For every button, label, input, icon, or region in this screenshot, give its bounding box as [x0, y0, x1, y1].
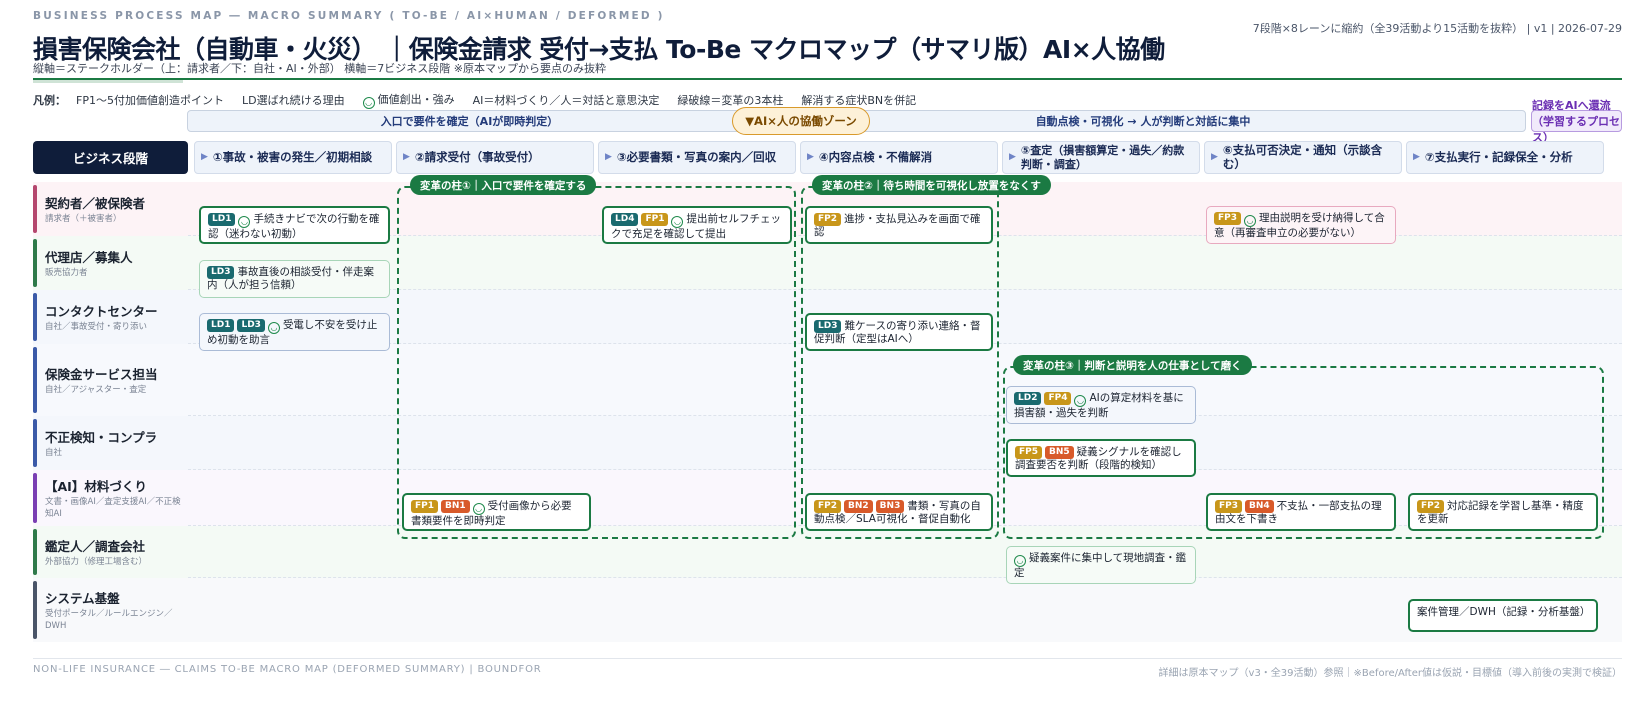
- footer-rule: [33, 658, 1622, 659]
- header-rule: [33, 78, 1622, 80]
- lane-system: システム基盤 受付ポータル／ルールエンジン／DWH: [33, 578, 1622, 642]
- legend-item-ld: LD選ばれ続ける理由: [241, 93, 345, 107]
- page-subtitle: 縦軸＝ステークホルダー（上：請求者／下：自社・AI・外部） 横軸＝7ビジネス段階…: [33, 62, 606, 75]
- legend-item-value: ◡ 価値創出・強み: [362, 91, 455, 109]
- stage-4: ▶ ④内容点検・不備解消: [800, 141, 998, 174]
- zone-pill-collab: ▼AI×人の協働ゾーン: [732, 107, 870, 135]
- lane-name: コンタクトセンター: [45, 303, 158, 319]
- ld-badge: LD1: [208, 213, 236, 227]
- meta-info: 7段階×8レーンに縮約（全39活動より15活動を抜粋） | v1 | 2026-…: [1252, 22, 1622, 35]
- triangle-right-icon: ▶: [807, 152, 814, 163]
- activity-card[interactable]: LD1 LD3 ◡ 受電し不安を受け止め初動を助言: [199, 313, 390, 351]
- bn-badge: BN3: [875, 500, 905, 514]
- stage-6: ▶ ⑥支払可否決定・通知（示談含む）: [1204, 141, 1402, 174]
- lane-sub: 文書・画像AI／査定支援AI／不正検知AI: [45, 497, 181, 519]
- legend-item-pillars: 緑破線＝変革の3本柱: [677, 93, 784, 107]
- bn-badge: BN4: [1245, 500, 1274, 514]
- stage-1: ▶ ①事故・被害の発生／初期相談: [194, 141, 392, 174]
- fp-badge: FP3: [1214, 212, 1242, 226]
- activity-card[interactable]: LD4 FP1 ◡ 提出前セルフチェックで充足を確認して提出: [602, 206, 792, 244]
- legend-item-ai-human: AI＝材料づくり／人＝対話と意思決定: [472, 93, 660, 107]
- bn-badge: BN5: [1045, 446, 1074, 460]
- fp-badge: FP4: [1044, 392, 1072, 406]
- zone-banner-auto: 自動点検・可視化 → 人が判断と対話に集中: [760, 110, 1526, 132]
- activity-card[interactable]: LD3 難ケースの寄り添い連絡・督促判断（定型はAIへ）: [805, 313, 993, 351]
- pillar-2-label: 変革の柱②｜待ち時間を可視化し放置をなくす: [812, 175, 1051, 195]
- stage-axis-label: ビジネス段階: [33, 141, 188, 174]
- smile-icon: ◡: [267, 322, 280, 334]
- triangle-right-icon: ▶: [1413, 152, 1420, 163]
- smile-icon: ◡: [1244, 215, 1257, 227]
- lane-name: 不正検知・コンプラ: [45, 429, 158, 445]
- lane-name: 代理店／募集人: [45, 249, 133, 265]
- activity-card[interactable]: LD1 ◡ 手続きナビで次の行動を確認（迷わない初動）: [199, 206, 390, 244]
- legend: 凡例： FP1〜5付加価値創造ポイント LD選ばれ続ける理由 ◡ 価値創出・強み …: [33, 91, 916, 109]
- ld-badge: LD3: [207, 266, 235, 280]
- ld-badge: LD1: [207, 319, 235, 333]
- lane-sub: 自社／事故受付・寄り添い: [45, 321, 148, 332]
- lane-name: 保険金サービス担当: [45, 366, 158, 382]
- triangle-right-icon: ▶: [201, 152, 208, 163]
- smile-icon: ◡: [238, 216, 251, 228]
- zone-banner-learning: 記録をAIへ還流（学習するプロセス）: [1531, 99, 1622, 144]
- lane-name: 鑑定人／調査会社: [45, 538, 146, 554]
- stage-2: ▶ ②請求受付（事故受付）: [396, 141, 594, 174]
- lane-sub: 自社: [45, 447, 63, 458]
- lane-sub: 自社／アジャスター・査定: [45, 384, 147, 395]
- footer-right: 詳細は原本マップ（v3・全39活動）参照｜※Before/After値は仮説・目…: [1158, 668, 1622, 679]
- stage-5: ▶ ⑤査定（損害額算定・過失／約款判断・調査）: [1002, 141, 1200, 174]
- footer-left: NON-LIFE INSURANCE ― CLAIMS TO-BE MACRO …: [33, 664, 542, 675]
- fp-badge: FP1: [411, 500, 439, 514]
- fp-badge: FP5: [1015, 446, 1043, 460]
- lane-sub: 受付ポータル／ルールエンジン／DWH: [45, 609, 173, 631]
- triangle-right-icon: ▶: [403, 152, 410, 163]
- lane-sub: 販売協力者: [45, 267, 88, 278]
- activity-card[interactable]: FP1 BN1 ◡ 受付画像から必要書類要件を即時判定: [402, 493, 591, 531]
- activity-card[interactable]: 案件管理／DWH（記録・分析基盤）: [1408, 599, 1598, 632]
- bn-badge: BN1: [441, 500, 470, 514]
- lane-sub: 請求者（＋被害者）: [45, 213, 122, 224]
- legend-title: 凡例：: [33, 93, 66, 107]
- lane-name: システム基盤: [45, 591, 120, 607]
- activity-card[interactable]: FP2 BN2 BN3 書類・写真の自動点検／SLA可視化・督促自動化: [805, 493, 993, 531]
- ld-badge: LD2: [1014, 392, 1042, 406]
- bn-badge: BN2: [844, 500, 873, 514]
- smile-icon: ◡: [671, 216, 684, 228]
- lane-name: 【AI】材料づくり: [45, 479, 147, 495]
- smile-icon: ◡: [1074, 395, 1087, 407]
- zone-banner-entry: 入口で要件を確定（AIが即時判定）: [187, 110, 752, 132]
- ld-badge: LD3: [237, 319, 265, 333]
- fp-badge: FP1: [641, 213, 669, 227]
- activity-card[interactable]: FP2 進捗・支払見込みを画面で確認: [805, 206, 993, 244]
- smile-icon: ◡: [1014, 555, 1026, 567]
- fp-badge: FP2: [814, 213, 842, 227]
- pillar-3-label: 変革の柱③｜判断と説明を人の仕事として磨く: [1013, 355, 1252, 375]
- stage-3: ▶ ③必要書類・写真の案内／回収: [598, 141, 796, 174]
- activity-card[interactable]: LD3 事故直後の相談受付・伴走案内（人が担う信頼）: [199, 260, 390, 298]
- activity-card[interactable]: ◡ 疑義案件に集中して現地調査・鑑定: [1006, 546, 1196, 584]
- fp-badge: FP2: [1417, 500, 1445, 514]
- ld-badge: LD3: [814, 320, 842, 334]
- triangle-right-icon: ▶: [1009, 152, 1016, 163]
- lane-name: 契約者／被保険者: [45, 195, 146, 211]
- activity-card[interactable]: FP3 ◡ 理由説明を受け納得して合意（再審査申立の必要がない）: [1206, 206, 1396, 244]
- activity-card[interactable]: FP3 BN4 不支払・一部支払の理由文を下書き: [1206, 493, 1396, 531]
- activity-card[interactable]: LD2 FP4 ◡ AIの算定材料を基に損害額・過失を判断: [1006, 386, 1196, 424]
- triangle-right-icon: ▶: [605, 152, 612, 163]
- pillar-1-label: 変革の柱①｜入口で要件を確定する: [410, 175, 597, 195]
- smile-icon: ◡: [472, 503, 485, 515]
- smile-icon: ◡: [362, 96, 375, 109]
- ld-badge: LD4: [611, 213, 639, 227]
- activity-card[interactable]: FP2 対応記録を学習し基準・精度を更新: [1408, 493, 1598, 531]
- eyebrow-label: BUSINESS PROCESS MAP ― MACRO SUMMARY ( T…: [33, 10, 665, 22]
- fp-badge: FP3: [1215, 500, 1243, 514]
- legend-item-bn: 解消する症状BNを併記: [801, 93, 917, 107]
- lane-sub: 外部協力（修理工場含む）: [45, 556, 148, 567]
- activity-card[interactable]: FP5 BN5 疑義シグナルを確認し調査要否を判断（段階的検知）: [1006, 439, 1196, 477]
- fp-badge: FP2: [814, 500, 842, 514]
- header-rule-accent: [33, 80, 183, 83]
- triangle-right-icon: ▶: [1211, 152, 1218, 163]
- stage-7: ▶ ⑦支払実行・記録保全・分析: [1406, 141, 1604, 174]
- legend-item-fp: FP1〜5付加価値創造ポイント: [76, 93, 224, 107]
